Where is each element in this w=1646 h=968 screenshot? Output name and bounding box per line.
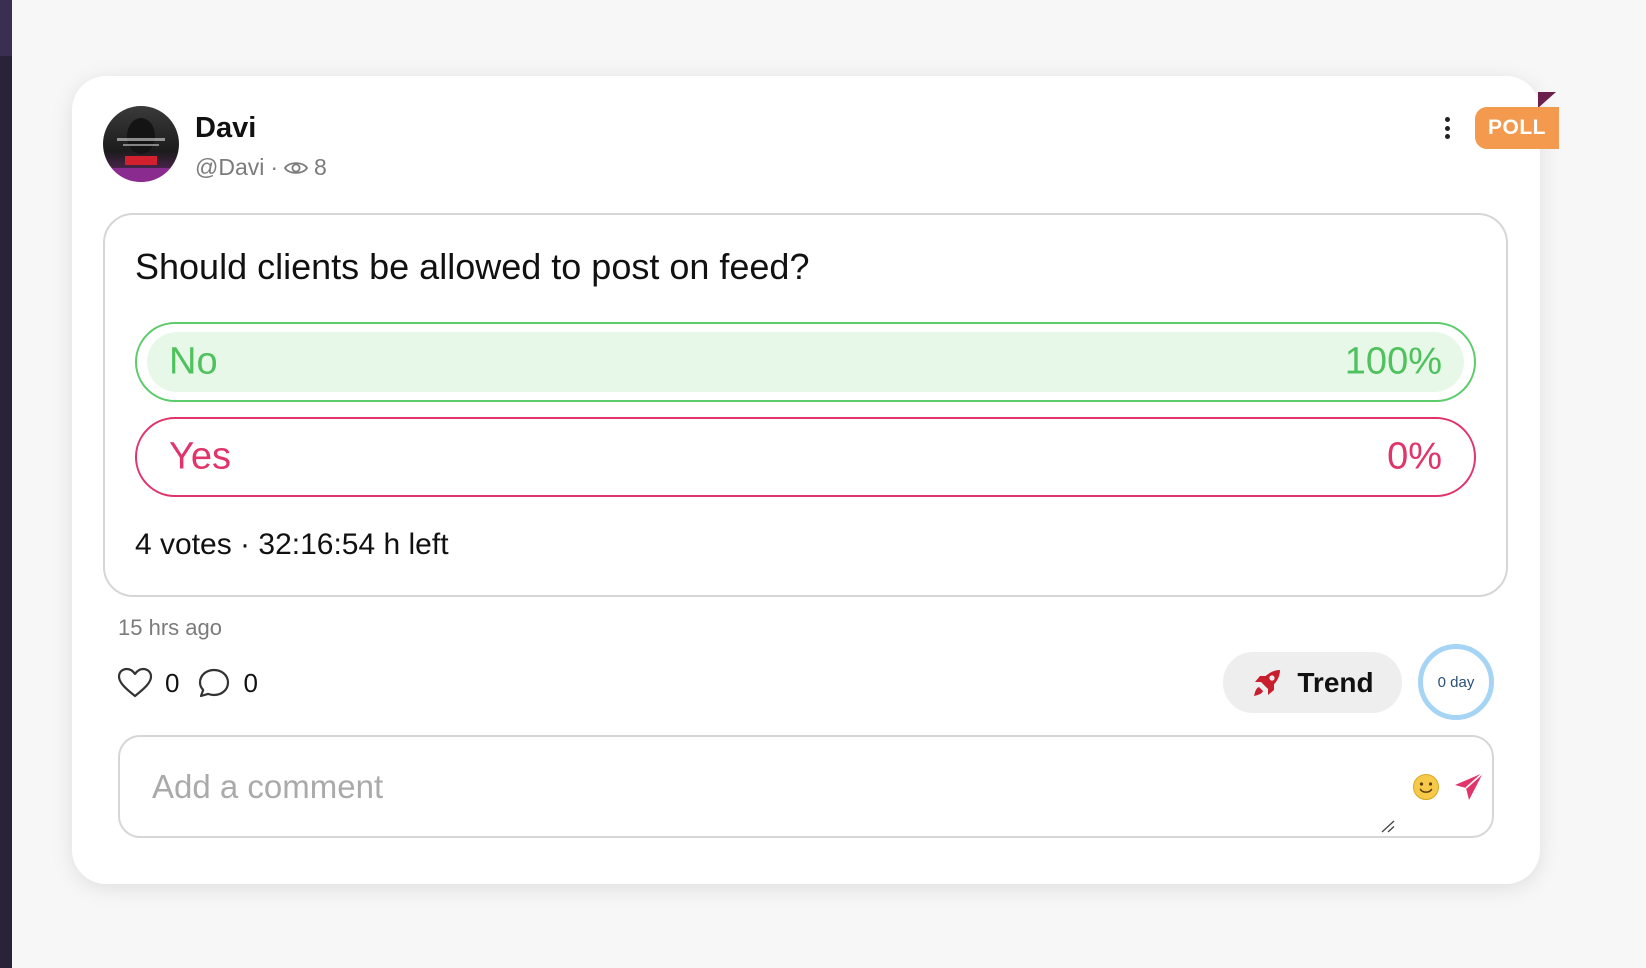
view-count: 8 (314, 154, 327, 180)
heart-icon[interactable] (117, 667, 153, 699)
resize-handle-icon[interactable] (1380, 819, 1396, 833)
post-timestamp: 15 hrs ago (118, 615, 222, 640)
more-vertical-icon[interactable] (1434, 114, 1460, 142)
like-count: 0 (165, 667, 180, 698)
send-icon[interactable] (1453, 771, 1485, 803)
badge-ribbon-fold (1538, 92, 1556, 108)
comment-input[interactable]: Add a comment (118, 735, 1494, 838)
comment-placeholder: Add a comment (152, 767, 384, 805)
trend-button[interactable]: Trend (1223, 652, 1402, 713)
poll-option-yes[interactable]: Yes 0% (135, 417, 1476, 497)
day-counter-ring: 0 day (1418, 644, 1494, 720)
poll-option-yes-label: Yes (169, 435, 231, 478)
poll-footer: 4 votes · 32:16:54 h left (135, 528, 449, 561)
day-counter-label: 0 day (1437, 673, 1475, 691)
eye-icon (284, 160, 309, 176)
post-actions: 0 0 (117, 664, 276, 702)
poll-option-no-fill (147, 332, 1464, 392)
rocket-icon (1251, 667, 1283, 699)
poll-option-no-label: No (169, 340, 218, 383)
poll-option-yes-percent: 0% (1387, 435, 1442, 478)
poll-question: Should clients be allowed to post on fee… (135, 246, 810, 287)
author-meta: @Davi · 8 (195, 154, 327, 181)
author-name[interactable]: Davi (195, 112, 256, 145)
comment-bubble-icon[interactable] (197, 667, 231, 699)
emoji-icon[interactable] (1412, 773, 1440, 801)
comment-count: 0 (243, 667, 258, 698)
poll-option-no-percent: 100% (1344, 340, 1442, 383)
meta-separator: · (270, 154, 279, 180)
left-sidebar-edge (0, 0, 12, 968)
poll-option-no[interactable]: No 100% (135, 322, 1476, 402)
left-sidebar-edge-top (0, 0, 12, 56)
post-type-badge: POLL (1475, 107, 1559, 149)
trend-label: Trend (1297, 666, 1374, 698)
avatar[interactable] (103, 106, 179, 182)
author-handle[interactable]: @Davi (195, 154, 264, 181)
